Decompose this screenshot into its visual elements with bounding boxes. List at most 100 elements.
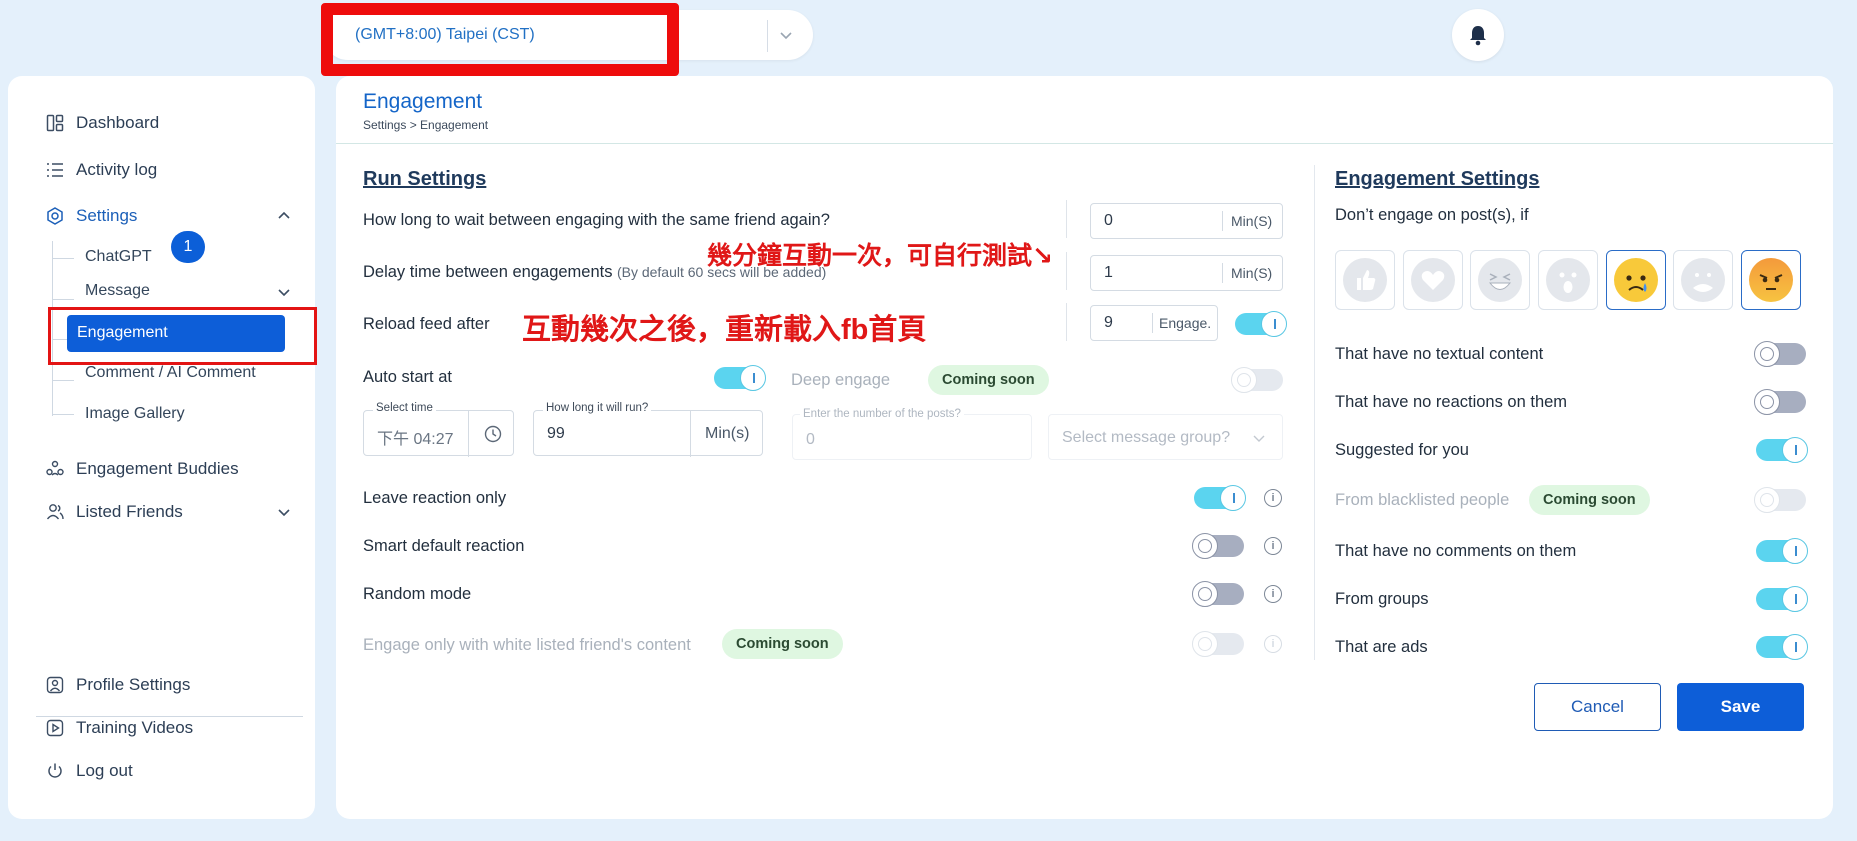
message-group-select[interactable]: Select message group? [1048,414,1283,460]
reaction-sad[interactable] [1606,250,1666,310]
duration-unit: Min(s) [705,425,750,442]
start-time-field[interactable]: 下午 04:27 [363,410,514,457]
chevron-down-icon[interactable] [776,25,796,45]
blacklisted-label: From blacklisted people [1335,491,1510,509]
page-title: Engagement [363,90,483,113]
info-icon[interactable]: i [1264,585,1282,603]
reload-feed-field[interactable]: 9 Engage. [1090,305,1218,341]
sidebar-item-log-out[interactable]: Log out [46,761,133,781]
duration-value: 99 [547,425,565,442]
no-comments-label: That have no comments on them [1335,542,1577,560]
save-button[interactable]: Save [1677,683,1804,731]
sidebar-item-label: Profile Settings [76,675,191,694]
auto-start-toggle[interactable] [714,365,766,391]
groups-toggle[interactable] [1756,586,1808,612]
care-face-icon [1681,258,1725,302]
wait-same-friend-unit: Min(S) [1231,213,1273,229]
reload-feed-toggle[interactable] [1235,311,1287,337]
power-icon [48,763,62,778]
leave-reaction-only-label: Leave reaction only [363,489,507,507]
blacklisted-toggle[interactable] [1754,487,1806,513]
smart-default-reaction-toggle[interactable] [1192,533,1244,559]
reload-annotation: 互動幾次之後，重新載入fb首頁 [522,314,927,346]
sidebar-subitem-message[interactable]: Message [85,282,150,300]
sidebar: Dashboard Activity log 1 Settings ChatGP… [8,76,315,819]
sidebar-item-label: Training Videos [76,718,194,737]
ads-label: That are ads [1335,638,1428,656]
reaction-care[interactable] [1673,250,1733,310]
chevron-down-icon[interactable] [276,504,292,520]
deep-engage-coming-soon-badge: Coming soon [928,365,1049,395]
buddies-icon [46,460,64,476]
posts-count-field[interactable]: 0 [792,414,1032,460]
wait-same-friend-field[interactable]: 0 Min(S) [1090,203,1283,239]
wait-same-friend-value: 0 [1104,212,1113,229]
notifications-button[interactable] [1452,9,1504,61]
sidebar-subitem-chatgpt[interactable]: ChatGPT [85,248,152,266]
tree-connector [52,414,74,415]
no-comments-toggle[interactable] [1756,538,1808,564]
random-mode-toggle[interactable] [1192,581,1244,607]
sidebar-subitem-image-gallery[interactable]: Image Gallery [85,405,185,423]
leave-reaction-only-toggle[interactable] [1194,485,1246,511]
angry-face-icon [1749,258,1793,302]
sidebar-divider [36,716,303,717]
white-listed-only-toggle[interactable] [1192,631,1244,657]
reload-feed-label: Reload feed after [363,315,490,333]
suggested-toggle[interactable] [1756,437,1808,463]
reload-feed-value: 9 [1104,314,1113,331]
info-icon[interactable]: i [1264,537,1282,555]
reaction-love[interactable] [1403,250,1463,310]
sidebar-item-label: Settings [76,206,138,225]
sidebar-item-activity-log[interactable]: Activity log [46,160,157,180]
groups-label: From groups [1335,590,1429,608]
engagement-settings-subtitle: Don’t engage on post(s), if [1335,206,1529,224]
ads-toggle[interactable] [1756,634,1808,660]
chevron-up-icon[interactable] [276,208,292,224]
deep-engage-toggle[interactable] [1231,367,1283,393]
delay-between-field[interactable]: 1 Min(S) [1090,255,1283,291]
reaction-like[interactable] [1335,250,1395,310]
timezone-select-divider [767,20,768,52]
run-settings-title: Run Settings [363,168,487,190]
reaction-wow[interactable] [1538,250,1598,310]
sidebar-item-label: Log out [76,761,133,780]
sidebar-item-profile-settings[interactable]: Profile Settings [46,675,190,695]
heart-icon [1411,258,1455,302]
tree-connector [52,299,74,300]
settings-icon [47,207,63,225]
breadcrumb: Settings > Engagement [363,118,489,132]
sidebar-item-listed-friends[interactable]: Listed Friends [46,502,183,522]
random-mode-label: Random mode [363,585,472,603]
posts-count-label: Enter the number of the posts? [800,408,964,420]
list-icon [47,163,63,177]
blacklisted-coming-soon-badge: Coming soon [1529,485,1650,515]
unit-divider [468,411,469,457]
reaction-haha[interactable] [1470,250,1530,310]
delay-between-unit: Min(S) [1231,265,1273,281]
no-text-toggle[interactable] [1754,341,1806,367]
bell-icon [1470,26,1486,46]
sidebar-item-training-videos[interactable]: Training Videos [46,718,193,738]
sidebar-subitem-comment[interactable]: Comment / AI Comment [85,364,256,382]
smart-default-reaction-label: Smart default reaction [363,537,525,555]
sidebar-item-engagement-buddies[interactable]: Engagement Buddies [46,459,239,479]
sidebar-item-dashboard[interactable]: Dashboard [46,113,159,133]
sidebar-item-label: Engagement Buddies [76,459,239,478]
unit-divider [1152,313,1153,333]
row-divider [1066,200,1067,238]
surprised-face-icon [1546,258,1590,302]
activity-count-badge: 1 [171,231,205,263]
column-divider [1314,165,1315,660]
info-icon[interactable]: i [1264,489,1282,507]
duration-field[interactable]: 99 Min(s) [533,410,763,457]
users-icon [46,504,64,520]
chevron-down-icon[interactable] [276,284,292,300]
white-listed-coming-soon-badge: Coming soon [722,629,843,659]
reaction-angry[interactable] [1741,250,1801,310]
cancel-button[interactable]: Cancel [1534,683,1661,731]
tree-connector [52,258,74,259]
sidebar-item-settings[interactable]: Settings [46,206,137,226]
duration-label: How long it will run? [543,402,652,414]
no-reactions-toggle[interactable] [1754,389,1806,415]
